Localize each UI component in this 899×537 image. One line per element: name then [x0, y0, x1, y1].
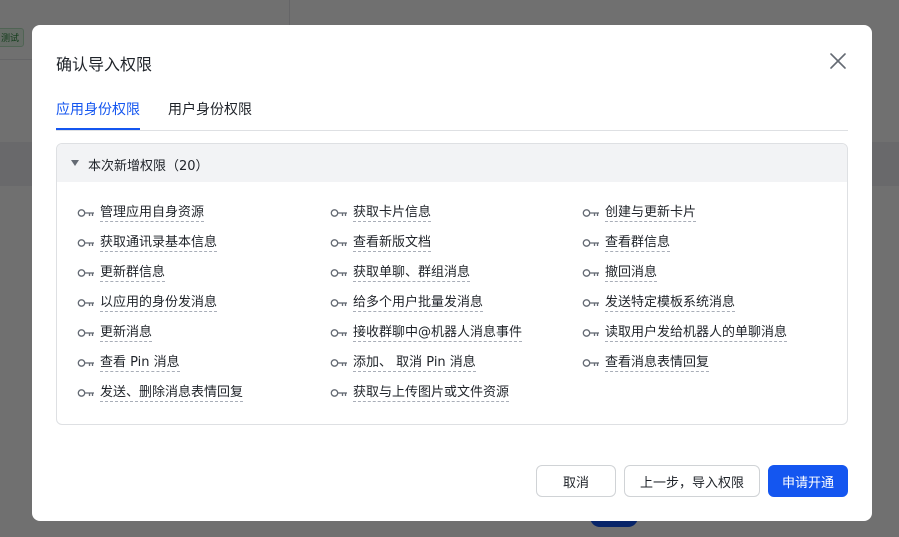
key-icon: [582, 269, 599, 277]
key-icon: [330, 359, 347, 367]
new-permissions-title: 本次新增权限（20）: [88, 159, 209, 174]
permission-label: 读取用户发给机器人的单聊消息: [605, 325, 788, 342]
permission-label: 获取单聊、群组消息: [353, 265, 471, 282]
permission-label: 查看新版文档: [353, 235, 432, 252]
permission-label: 获取与上传图片或文件资源: [353, 385, 510, 402]
permission-label: 以应用的身份发消息: [100, 295, 218, 312]
key-icon: [77, 329, 94, 337]
key-icon: [582, 329, 599, 337]
close-icon: [830, 53, 846, 69]
key-icon: [582, 299, 599, 307]
cancel-button[interactable]: 取消: [536, 465, 616, 497]
permission-item[interactable]: 查看消息表情回复: [582, 354, 710, 372]
permission-label: 给多个用户批量发消息: [353, 295, 484, 312]
permission-label: 查看 Pin 消息: [100, 355, 180, 372]
permission-label: 更新群信息: [100, 265, 166, 282]
key-icon: [330, 209, 347, 217]
permission-label: 查看消息表情回复: [605, 355, 710, 372]
permission-item[interactable]: 发送特定模板系统消息: [582, 294, 736, 312]
permission-label: 获取卡片信息: [353, 205, 432, 222]
key-icon: [77, 299, 94, 307]
permission-item[interactable]: 更新消息: [77, 324, 153, 342]
permission-item[interactable]: 接收群聊中@机器人消息事件: [330, 324, 523, 342]
key-icon: [330, 299, 347, 307]
key-icon: [77, 389, 94, 397]
caret-down-icon: [71, 160, 79, 166]
permission-item[interactable]: 创建与更新卡片: [582, 204, 697, 222]
key-icon: [77, 359, 94, 367]
tab-app-identity[interactable]: 应用身份权限: [56, 99, 140, 119]
back-import-button[interactable]: 上一步，导入权限: [624, 465, 760, 497]
key-icon: [77, 239, 94, 247]
key-icon: [330, 269, 347, 277]
permission-label: 更新消息: [100, 325, 153, 342]
permission-item[interactable]: 添加、 取消 Pin 消息: [330, 354, 476, 372]
permission-item[interactable]: 撤回消息: [582, 264, 658, 282]
permission-label: 管理应用自身资源: [100, 205, 205, 222]
permission-label: 发送、删除消息表情回复: [100, 385, 244, 402]
permission-item[interactable]: 发送、删除消息表情回复: [77, 384, 244, 402]
permission-item[interactable]: 查看 Pin 消息: [77, 354, 180, 372]
permission-item[interactable]: 以应用的身份发消息: [77, 294, 218, 312]
active-tab-indicator: [56, 128, 140, 130]
permission-label: 创建与更新卡片: [605, 205, 697, 222]
permission-label: 发送特定模板系统消息: [605, 295, 736, 312]
permission-item[interactable]: 管理应用自身资源: [77, 204, 205, 222]
permission-item[interactable]: 更新群信息: [77, 264, 166, 282]
key-icon: [582, 359, 599, 367]
key-icon: [330, 329, 347, 337]
apply-button[interactable]: 申请开通: [768, 465, 848, 497]
key-icon: [77, 209, 94, 217]
permission-tabs: 应用身份权限 用户身份权限: [56, 97, 848, 131]
permission-item[interactable]: 查看群信息: [582, 234, 671, 252]
permission-label: 撤回消息: [605, 265, 658, 282]
permission-item[interactable]: 读取用户发给机器人的单聊消息: [582, 324, 788, 342]
key-icon: [330, 389, 347, 397]
permission-label: 接收群聊中@机器人消息事件: [353, 325, 523, 342]
tab-user-identity[interactable]: 用户身份权限: [168, 99, 252, 119]
permission-label: 获取通讯录基本信息: [100, 235, 218, 252]
confirm-import-permissions-dialog: 确认导入权限 应用身份权限 用户身份权限 本次新增权限（20） 管理应用自身资源…: [32, 25, 872, 521]
key-icon: [582, 209, 599, 217]
permission-item[interactable]: 获取通讯录基本信息: [77, 234, 218, 252]
permission-label: 查看群信息: [605, 235, 671, 252]
permission-item[interactable]: 查看新版文档: [330, 234, 432, 252]
new-permissions-panel: 本次新增权限（20） 管理应用自身资源 获取卡片信息 创建与更新卡片获取通讯录基本信…: [56, 143, 848, 425]
permission-label: 添加、 取消 Pin 消息: [353, 355, 476, 372]
dialog-title: 确认导入权限: [56, 55, 153, 74]
key-icon: [330, 239, 347, 247]
permission-item[interactable]: 获取与上传图片或文件资源: [330, 384, 510, 402]
close-button[interactable]: [827, 50, 849, 72]
key-icon: [77, 269, 94, 277]
permission-item[interactable]: 获取单聊、群组消息: [330, 264, 471, 282]
permission-item[interactable]: 给多个用户批量发消息: [330, 294, 484, 312]
permission-item[interactable]: 获取卡片信息: [330, 204, 432, 222]
key-icon: [582, 239, 599, 247]
new-permissions-header[interactable]: 本次新增权限（20）: [57, 144, 847, 182]
